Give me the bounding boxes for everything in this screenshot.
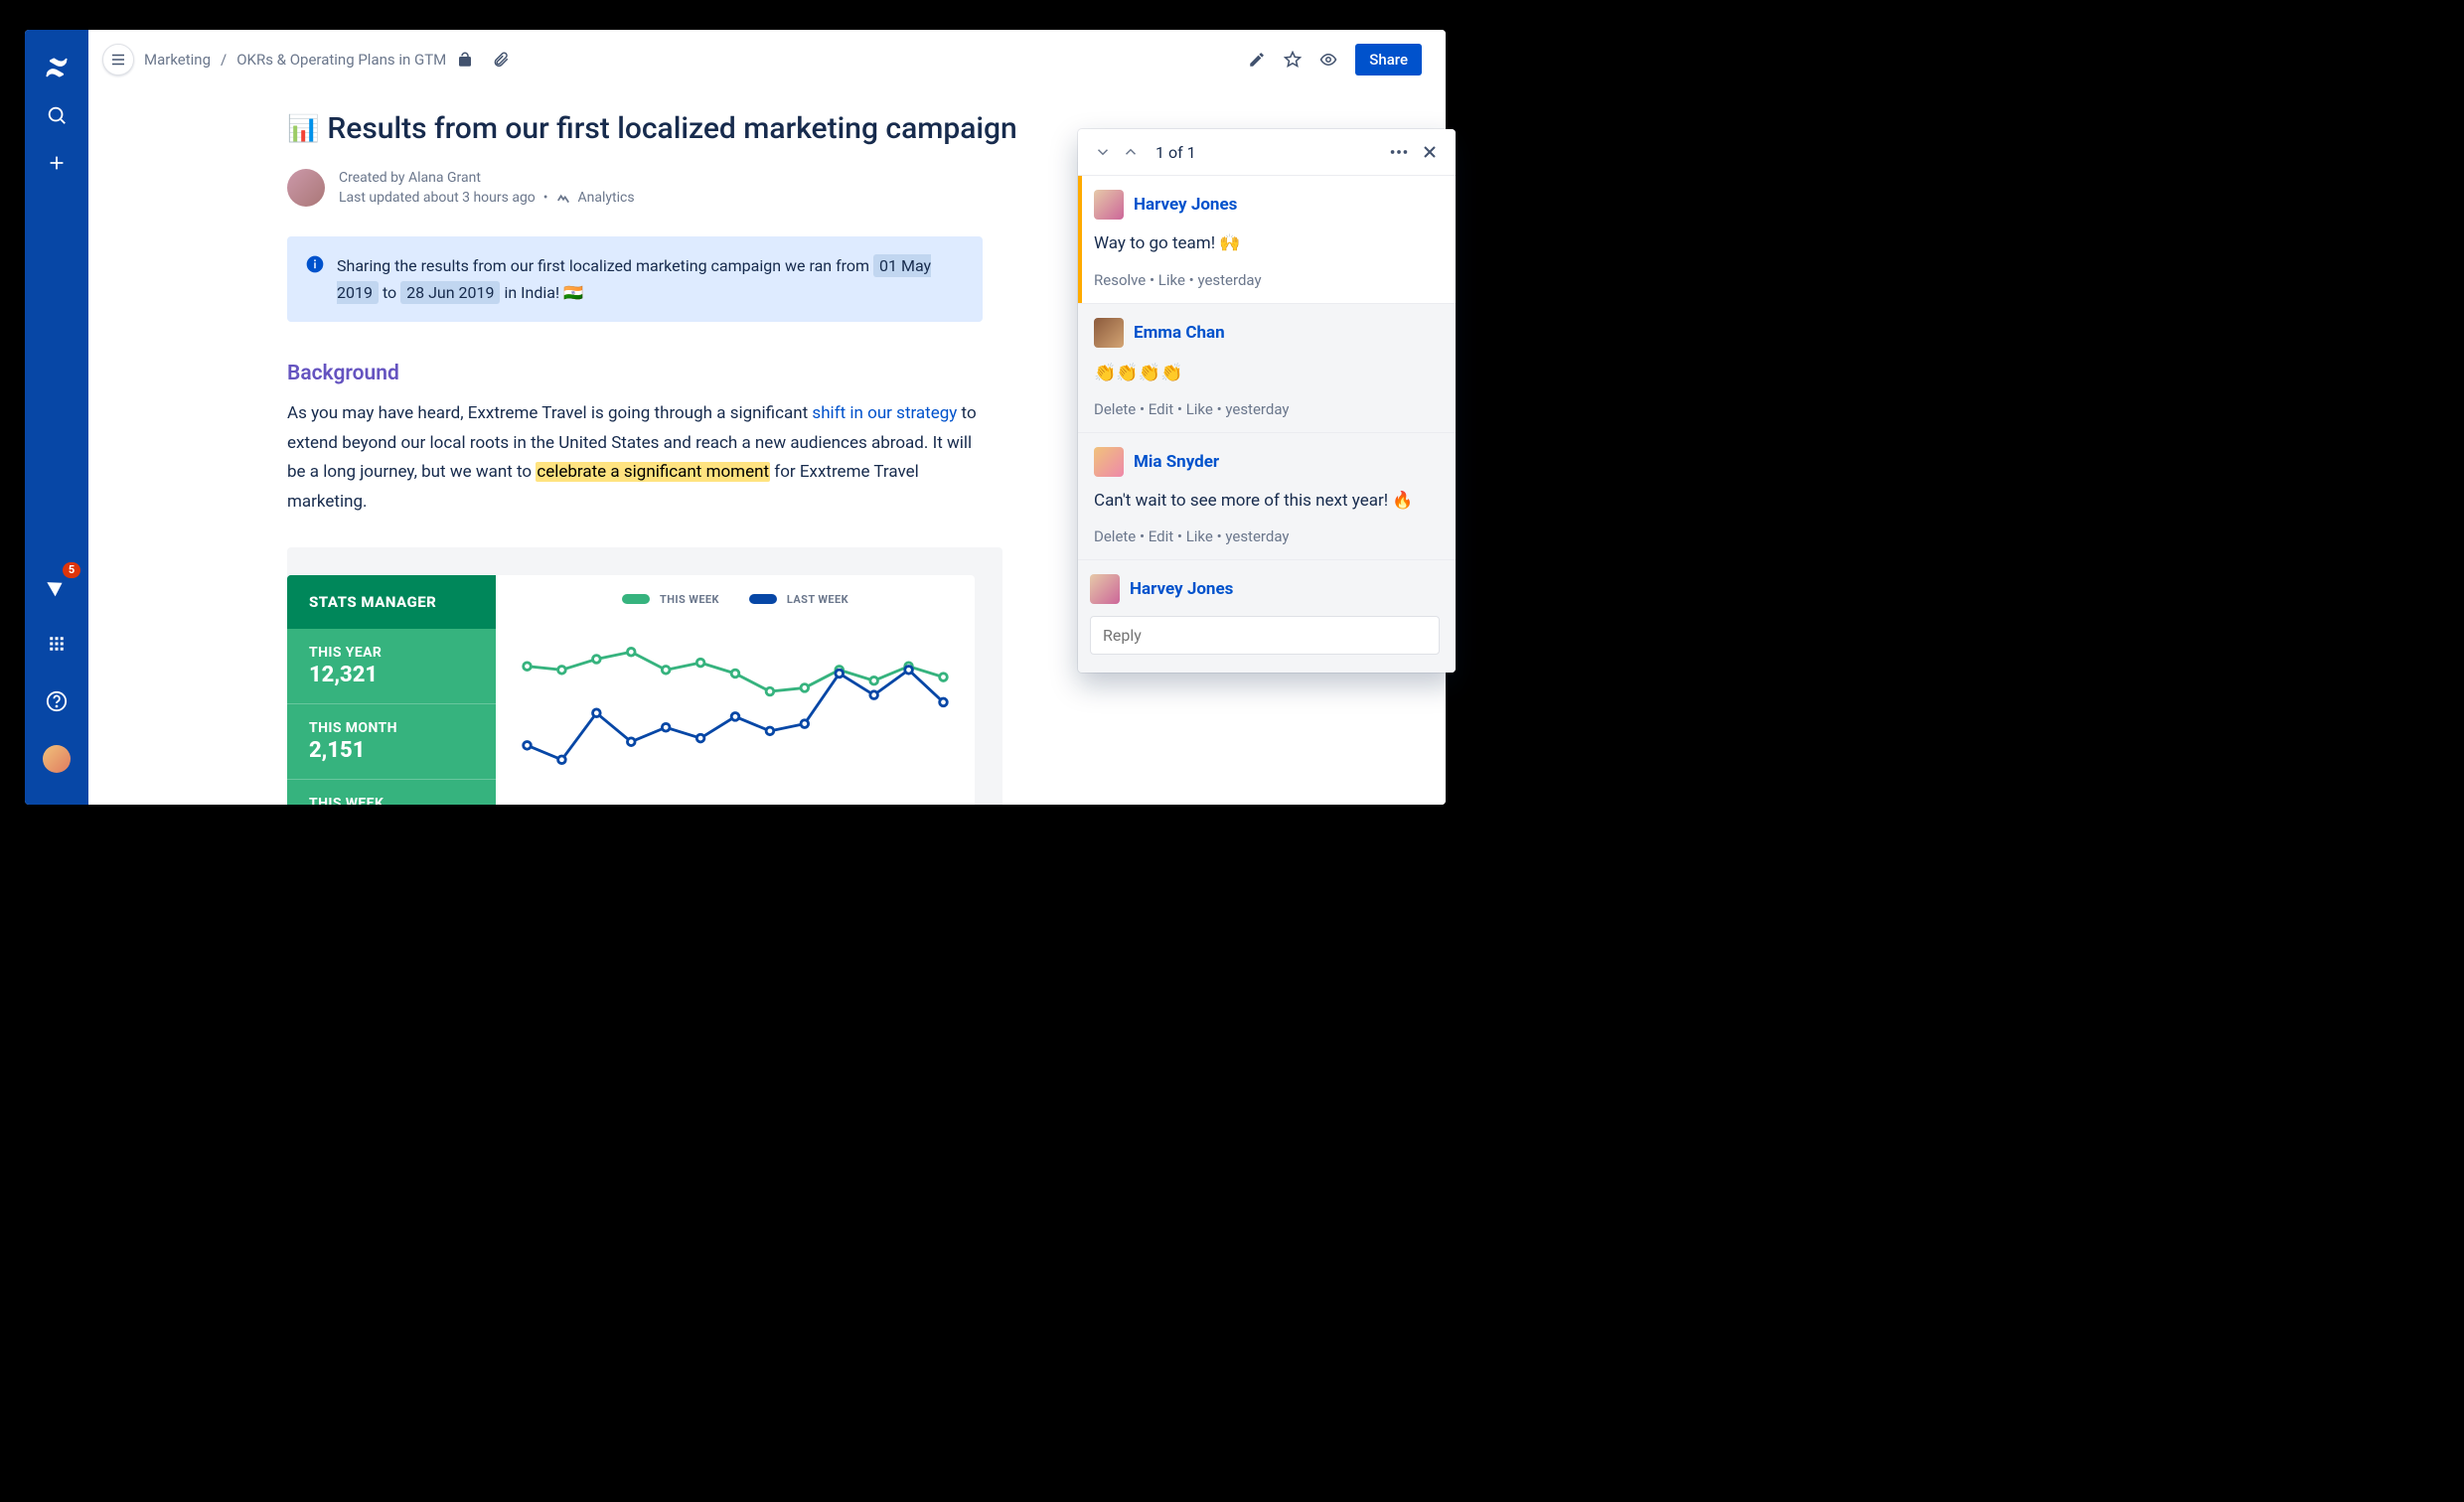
comment-actions: Delete • Edit • Like • yesterday: [1094, 527, 1440, 545]
stats-sidebar: STATS MANAGER THIS YEAR 12,321 THIS MONT…: [287, 575, 496, 805]
updated-line: Last updated about 3 hours ago: [339, 188, 536, 208]
edit-action[interactable]: Edit: [1149, 527, 1173, 545]
stats-heading: STATS MANAGER: [287, 575, 496, 629]
more-actions-icon[interactable]: [1388, 141, 1410, 163]
topbar: Marketing / OKRs & Operating Plans in GT…: [88, 30, 1446, 89]
resolve-action[interactable]: Resolve: [1094, 271, 1146, 289]
info-icon: [305, 254, 325, 274]
close-icon[interactable]: [1420, 142, 1440, 162]
search-icon[interactable]: [37, 95, 77, 135]
stats-manager-card: STATS MANAGER THIS YEAR 12,321 THIS MONT…: [287, 547, 1002, 805]
confluence-logo-icon[interactable]: [37, 48, 77, 87]
notifications-icon[interactable]: 5: [37, 566, 77, 606]
attachment-icon[interactable]: [492, 51, 510, 69]
help-icon[interactable]: [37, 681, 77, 721]
topbar-actions: Share: [1248, 44, 1422, 75]
app-shell: 5 Marketing / OKRs & Operating Plans in …: [25, 30, 1446, 805]
reply-input[interactable]: [1090, 616, 1440, 655]
comment-avatar: [1090, 574, 1120, 604]
comment-body: Can't wait to see more of this next year…: [1094, 489, 1440, 515]
title-emoji-icon: 📊: [287, 114, 319, 144]
delete-action[interactable]: Delete: [1094, 400, 1136, 418]
notification-badge: 5: [63, 562, 80, 578]
edit-action[interactable]: Edit: [1149, 400, 1173, 418]
comment-item[interactable]: Mia Snyder Can't wait to see more of thi…: [1078, 433, 1456, 560]
sidebar-toggle-button[interactable]: [102, 44, 134, 75]
author-avatar[interactable]: [287, 169, 325, 207]
comment-item[interactable]: Harvey Jones Way to go team! 🙌 Resolve •…: [1078, 176, 1456, 303]
breadcrumb-trailing-icons: [456, 51, 510, 69]
profile-avatar[interactable]: [37, 739, 77, 779]
stats-row-week: THIS WEEK 753: [287, 780, 496, 805]
comment-timestamp: yesterday: [1197, 271, 1261, 289]
watch-icon[interactable]: [1319, 51, 1337, 69]
comment-actions: Resolve • Like • yesterday: [1094, 271, 1440, 289]
delete-action[interactable]: Delete: [1094, 527, 1136, 545]
info-panel: Sharing the results from our first local…: [287, 236, 983, 322]
author-line: Created by Alana Grant: [339, 168, 635, 188]
comment-author[interactable]: Harvey Jones: [1134, 195, 1237, 215]
create-icon[interactable]: [37, 143, 77, 183]
edit-icon[interactable]: [1248, 51, 1266, 69]
comments-header: 1 of 1: [1078, 129, 1456, 176]
legend-this-week: THIS WEEK: [622, 593, 719, 606]
star-icon[interactable]: [1284, 51, 1302, 69]
comment-avatar: [1094, 318, 1124, 348]
breadcrumb-item-0[interactable]: Marketing: [144, 51, 211, 69]
info-panel-text: Sharing the results from our first local…: [337, 252, 965, 306]
comments-count: 1 of 1: [1155, 143, 1378, 162]
comment-timestamp: yesterday: [1225, 527, 1289, 545]
chevron-down-icon[interactable]: [1094, 143, 1112, 161]
rail-bottom-group: 5: [37, 566, 77, 787]
like-action[interactable]: Like: [1186, 400, 1213, 418]
avatar: [43, 745, 71, 773]
chevron-up-icon[interactable]: [1122, 143, 1140, 161]
reply-section: Harvey Jones: [1078, 560, 1456, 673]
comment-avatar: [1094, 447, 1124, 477]
comment-item[interactable]: Emma Chan 👏👏👏👏 Delete • Edit • Like • ye…: [1078, 304, 1456, 432]
stats-chart-area: THIS WEEK LAST WEEK: [496, 575, 975, 805]
analytics-link[interactable]: Analytics: [578, 188, 635, 208]
share-button[interactable]: Share: [1355, 44, 1422, 75]
comment-avatar: [1094, 190, 1124, 220]
breadcrumb-separator: /: [221, 51, 227, 69]
comment-body: 👏👏👏👏: [1094, 360, 1440, 386]
like-action[interactable]: Like: [1186, 527, 1213, 545]
reply-author[interactable]: Harvey Jones: [1130, 579, 1233, 599]
comment-timestamp: yesterday: [1225, 400, 1289, 418]
comment-actions: Delete • Edit • Like • yesterday: [1094, 400, 1440, 418]
line-chart: [518, 616, 953, 805]
breadcrumb: Marketing / OKRs & Operating Plans in GT…: [144, 51, 446, 69]
body-paragraph: As you may have heard, Exxtreme Travel i…: [287, 399, 988, 518]
legend-last-week: LAST WEEK: [749, 593, 848, 606]
comment-author[interactable]: Emma Chan: [1134, 323, 1225, 343]
comments-panel: 1 of 1 Harvey Jones Way to go team! 🙌 Re…: [1078, 129, 1456, 673]
byline-text: Created by Alana Grant Last updated abou…: [339, 168, 635, 209]
app-switcher-icon[interactable]: [37, 624, 77, 664]
comment-body: Way to go team! 🙌: [1094, 231, 1440, 257]
global-nav-rail: 5: [25, 30, 88, 805]
date-chip-end: 28 Jun 2019: [400, 281, 500, 304]
breadcrumb-item-1[interactable]: OKRs & Operating Plans in GTM: [236, 51, 446, 69]
comment-author[interactable]: Mia Snyder: [1134, 452, 1219, 472]
like-action[interactable]: Like: [1158, 271, 1185, 289]
highlighted-text[interactable]: celebrate a significant moment: [536, 462, 770, 482]
locked-icon[interactable]: [456, 51, 474, 69]
analytics-icon: [556, 191, 570, 205]
chart-legend: THIS WEEK LAST WEEK: [518, 593, 953, 606]
strategy-link[interactable]: shift in our strategy: [812, 403, 957, 423]
stats-row-year: THIS YEAR 12,321: [287, 629, 496, 704]
page-title: Results from our first localized marketi…: [327, 111, 1016, 146]
stats-row-month: THIS MONTH 2,151: [287, 704, 496, 780]
